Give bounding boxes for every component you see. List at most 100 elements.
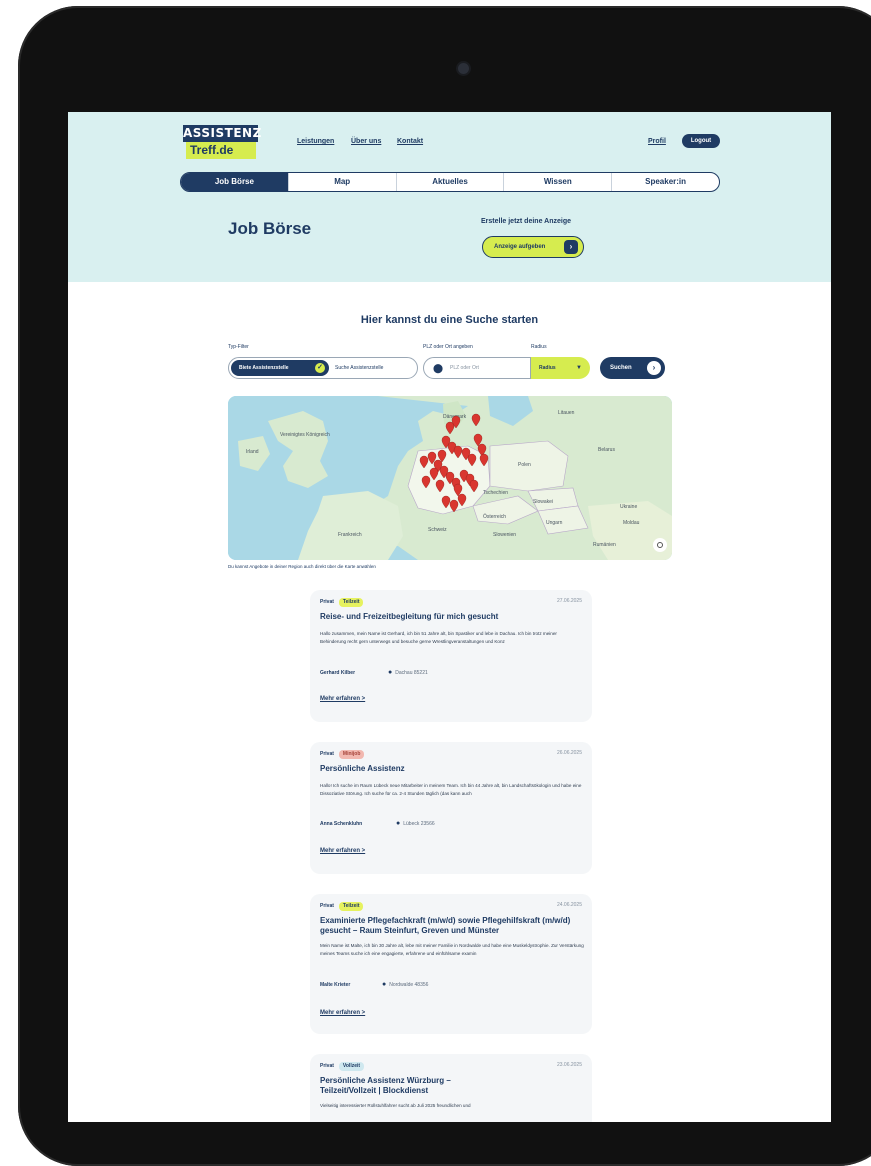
map-label-slovakia: Slowakei: [533, 499, 553, 505]
card-person: Anna Schenkluhn: [320, 821, 363, 827]
radius-select[interactable]: Radius ▼: [531, 357, 590, 379]
chevron-right-icon: ›: [647, 361, 661, 375]
map-label-uk: Vereinigtes Königreich: [280, 432, 330, 438]
map-caption: Du kannst Angebote in deiner Region auch…: [228, 564, 376, 569]
card-meta: Privat Minijob: [320, 750, 365, 759]
locate-icon[interactable]: [653, 538, 667, 552]
card-date: 23.06.2025: [556, 1062, 582, 1068]
tab-job-boerse[interactable]: Job Börse: [181, 173, 289, 191]
search-button[interactable]: Suchen ›: [600, 357, 665, 379]
job-card[interactable]: Privat Vollzeit 23.06.2025 Persönliche As…: [310, 1054, 592, 1122]
nav-leistungen[interactable]: Leistungen: [297, 138, 334, 145]
type-option-search[interactable]: Suche Assistenzstelle: [335, 360, 383, 376]
card-location: ● Dachau 85221: [388, 669, 428, 676]
chevron-down-icon: ▼: [576, 365, 582, 371]
card-type: Privat: [320, 599, 334, 605]
job-map[interactable]: Dänemark Litauen Vereinigtes Königreich …: [228, 396, 672, 560]
job-card[interactable]: Privat Teilzeit 24.06.2025 Examinierte Pf…: [310, 894, 592, 1034]
employment-badge: Minijob: [338, 750, 365, 759]
tab-map[interactable]: Map: [289, 173, 397, 191]
card-title[interactable]: Persönliche Assistenz Würzburg – Teilzei…: [320, 1076, 500, 1096]
card-location-text: Nordwalde 48356: [389, 982, 429, 988]
tab-speaker[interactable]: Speaker:in: [612, 173, 719, 191]
radius-label: Radius: [531, 344, 547, 350]
card-description: Hallo! Ich suche im Raum Lübeck neue Mit…: [320, 783, 582, 796]
card-location: ● Lübeck 23566: [396, 820, 435, 827]
screen: ASSISTENZ Treff.de Leistungen Über uns K…: [68, 112, 831, 1122]
card-description: Hallo zusammen, mein Name ist Gerhard, i…: [320, 631, 557, 644]
type-option-offer[interactable]: Biete Assistenzstelle ✓: [231, 360, 329, 376]
employment-badge: Teilzeit: [338, 598, 364, 607]
map-label-switzerland: Schweiz: [428, 527, 447, 533]
check-icon: ✓: [315, 363, 325, 373]
radius-value: Radius: [539, 365, 556, 371]
create-ad-button-label: Anzeige aufgeben: [494, 244, 546, 250]
card-location-text: Dachau 85221: [395, 670, 428, 676]
card-person: Malte Krieter: [320, 982, 351, 988]
chevron-right-icon: ›: [564, 240, 578, 254]
card-description: Mein Name ist Malte, ich bin 30 Jahre al…: [320, 943, 584, 956]
main-tabs: Job Börse Map Aktuelles Wissen Speaker:i…: [180, 172, 720, 192]
job-card[interactable]: Privat Minijob 26.06.2025 Persönliche Ass…: [310, 742, 592, 874]
card-location-text: Lübeck 23566: [403, 821, 435, 827]
map-label-lithuania: Litauen: [558, 410, 575, 416]
location-pin-icon: ⬤: [433, 363, 444, 373]
location-pin-icon: ●: [388, 669, 393, 676]
plz-label: PLZ oder Ort angeben: [423, 344, 473, 350]
search-title: Hier kannst du eine Suche starten: [360, 314, 539, 326]
search-button-label: Suchen: [610, 365, 632, 371]
tab-wissen[interactable]: Wissen: [504, 173, 613, 191]
map-canvas: Dänemark Litauen Vereinigtes Königreich …: [228, 396, 672, 560]
card-type: Privat: [320, 903, 334, 909]
logo-top: ASSISTENZ: [183, 125, 262, 142]
type-filter-label: Typ-Filter: [228, 344, 249, 350]
map-label-austria: Österreich: [483, 513, 506, 520]
card-location: ● Nordwalde 48356: [382, 981, 428, 988]
camera-icon: [458, 63, 469, 74]
map-label-moldova: Moldau: [623, 520, 640, 526]
create-ad-button[interactable]: Anzeige aufgeben ›: [482, 236, 584, 258]
employment-badge: Vollzeit: [338, 1062, 365, 1071]
map-label-slovenia: Slowenien: [493, 532, 516, 538]
map-label-poland: Polen: [518, 462, 531, 468]
logo[interactable]: ASSISTENZ Treff.de: [183, 125, 262, 159]
map-label-france: Frankreich: [338, 532, 362, 538]
plz-placeholder: PLZ oder Ort: [450, 365, 479, 371]
map-label-belarus: Belarus: [598, 447, 615, 453]
card-title[interactable]: Persönliche Assistenz: [320, 764, 582, 774]
card-person: Gerhard Kilber: [320, 670, 356, 676]
more-link[interactable]: Mehr erfahren >: [320, 848, 365, 854]
map-label-czechia: Tschechien: [483, 490, 508, 496]
logout-button[interactable]: Logout: [682, 134, 720, 148]
type-filter-toggle: Biete Assistenzstelle ✓ Suche Assistenzs…: [228, 357, 418, 379]
card-date: 24.06.2025: [556, 902, 582, 908]
location-pin-icon: ●: [382, 981, 387, 988]
logo-bottom: Treff.de: [186, 142, 256, 159]
job-card[interactable]: Privat Teilzeit 27.06.2025 Reise- und Fre…: [310, 590, 592, 722]
map-label-ireland: Irland: [246, 449, 259, 455]
card-meta: Privat Vollzeit: [320, 1062, 365, 1071]
card-date: 26.06.2025: [556, 750, 582, 756]
card-meta: Privat Teilzeit: [320, 902, 364, 911]
employment-badge: Teilzeit: [338, 902, 364, 911]
nav-ueber-uns[interactable]: Über uns: [351, 138, 381, 145]
more-link[interactable]: Mehr erfahren >: [320, 696, 365, 702]
location-pin-icon: ●: [396, 820, 401, 827]
tab-aktuelles[interactable]: Aktuelles: [397, 173, 505, 191]
more-link[interactable]: Mehr erfahren >: [320, 1010, 365, 1016]
create-ad-label: Erstelle jetzt deine Anzeige: [481, 218, 571, 225]
plz-input[interactable]: ⬤ PLZ oder Ort: [423, 357, 531, 379]
map-label-hungary: Ungarn: [546, 520, 563, 526]
card-title[interactable]: Reise- und Freizeitbegleitung für mich g…: [320, 612, 582, 622]
card-type: Privat: [320, 1063, 334, 1069]
map-label-romania: Rumänien: [593, 542, 616, 548]
page-title: Job Börse: [228, 219, 312, 238]
profil-link[interactable]: Profil: [648, 138, 666, 145]
type-option-offer-label: Biete Assistenzstelle: [239, 365, 289, 371]
card-description: Vielseitig interessierter Rollstuhlfahre…: [320, 1103, 471, 1108]
card-date: 27.06.2025: [556, 598, 582, 604]
nav-kontakt[interactable]: Kontakt: [397, 138, 423, 145]
card-type: Privat: [320, 751, 334, 757]
card-title[interactable]: Examinierte Pflegefachkraft (m/w/d) sowi…: [320, 916, 582, 936]
map-label-ukraine: Ukraine: [620, 504, 637, 510]
